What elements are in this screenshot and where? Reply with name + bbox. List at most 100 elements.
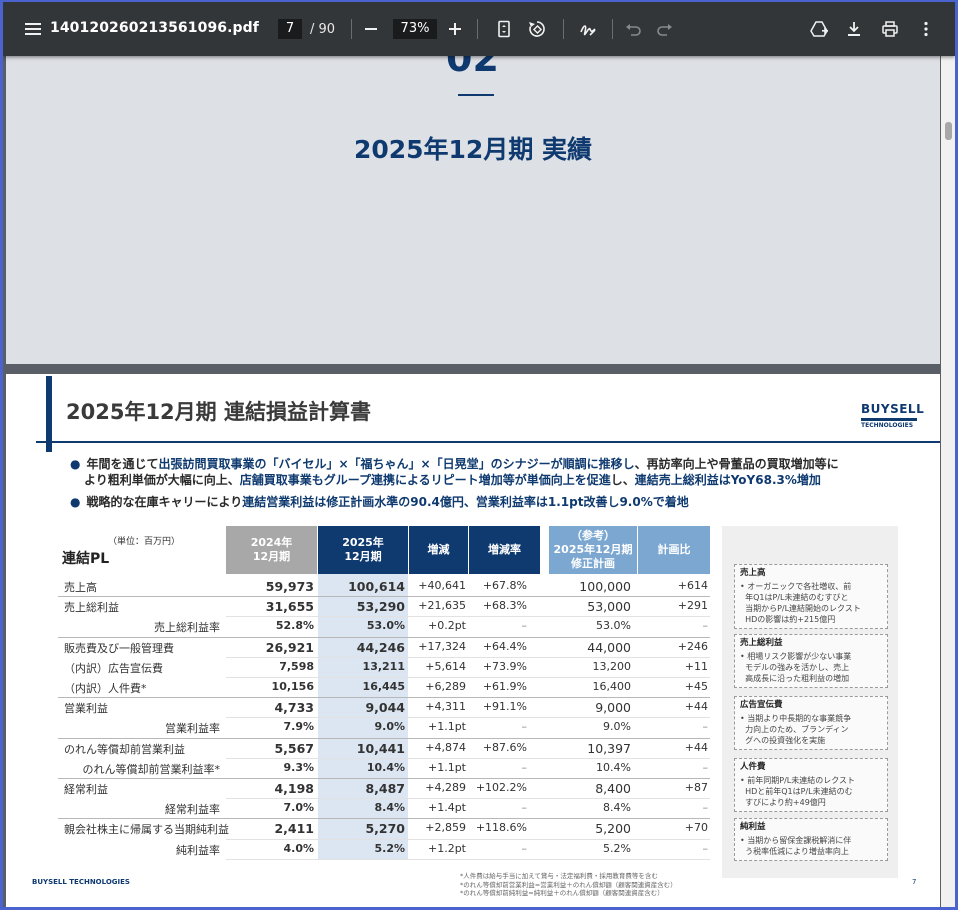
cell-plan: 13,200 [592, 659, 632, 673]
note-card: 広告宣伝費 • 当期より中長期的な事業競争 力向上のため、ブランディン グへの投資… [734, 696, 888, 750]
cell-fy2025: 53.0% [366, 619, 405, 633]
row-divider [58, 636, 710, 638]
cell-rate: – [521, 720, 528, 734]
cell-diff: +40,641 [418, 579, 466, 592]
row-divider [58, 737, 710, 739]
cell-fy2025: 9,044 [365, 700, 405, 716]
cell-plan-ratio: +70 [684, 821, 708, 835]
cell-fy2024: 2,411 [274, 821, 314, 837]
cell-plan-ratio: – [702, 841, 709, 855]
note-card: 売上高 • オーガニックで各社増収、前 年Q1はP/L未連結のむすびと 当期からP… [734, 564, 888, 629]
note-line: • 前年同期P/L未連結のレクスト [740, 776, 855, 785]
note-line: すびにより約+49億円 [740, 798, 826, 807]
redo-icon[interactable] [649, 13, 681, 45]
fit-page-icon[interactable] [488, 13, 520, 45]
cell-plan-ratio: – [702, 720, 709, 734]
row-divider [226, 656, 710, 658]
cell-plan: 16,400 [592, 680, 632, 693]
cell-fy2025: 5,270 [365, 821, 405, 837]
undo-icon[interactable] [617, 13, 649, 45]
note-line: HDの影響は約+215億円 [740, 615, 836, 624]
cell-fy2024: 7,598 [279, 659, 314, 673]
note-line: 高成長に沿った粗利益の増加 [740, 674, 850, 683]
note-line: HDと前年Q1はP/L未連結のむ [740, 787, 853, 796]
note-line: 年Q1はP/L未連結のむすびと [740, 593, 849, 602]
cell-fy2024: 4,198 [274, 781, 314, 796]
cell-diff: +1.4pt [427, 801, 466, 815]
cell-rate: – [521, 841, 528, 855]
cell-fy2025: 10.4% [366, 760, 405, 774]
cell-rate: +64.4% [482, 639, 527, 653]
zoom-input[interactable]: 73% [393, 19, 437, 39]
cell-fy2025: 8,487 [365, 781, 405, 796]
row-divider [226, 616, 710, 618]
row-label: 売上総利益 [64, 601, 119, 615]
note-line: • 当期より中長期的な事業競争 [740, 714, 852, 723]
cell-plan-ratio: +11 [684, 659, 708, 673]
cell-fy2024: 4.0% [283, 841, 314, 855]
toolbar-divider [563, 19, 564, 39]
cell-diff: +17,324 [418, 639, 466, 653]
note-line: • 相場リスク影響が少ない事業 [740, 652, 852, 661]
cell-fy2024: 9.3% [283, 760, 314, 774]
note-title: 売上総利益 [740, 638, 783, 648]
cell-plan: 5,200 [595, 821, 631, 837]
note-card: 純利益 • 当期から留保金課税解消に伴 う税率低減により増益率向上 [734, 818, 888, 861]
cell-plan-ratio: +87 [684, 781, 708, 794]
row-divider [58, 818, 710, 820]
cell-plan-ratio: +614 [677, 579, 708, 592]
page-number: 7 [912, 878, 917, 886]
menu-icon[interactable] [17, 13, 49, 45]
cell-fy2025: 16,445 [362, 680, 405, 693]
note-line: う税率低減により増益率向上 [740, 847, 849, 856]
row-label: 経常利益 [64, 783, 108, 796]
page-number-input[interactable]: 7 [278, 19, 302, 39]
zoom-in-icon[interactable] [439, 13, 471, 45]
cell-plan: 8.4% [603, 801, 631, 815]
draw-icon[interactable] [572, 13, 604, 45]
toolbar-divider [612, 19, 613, 39]
zoom-out-icon[interactable] [355, 13, 387, 45]
row-divider [226, 858, 710, 860]
row-divider [226, 838, 710, 840]
cell-diff: +4,311 [425, 700, 466, 714]
scrollbar-thumb[interactable] [945, 122, 952, 140]
row-label: のれん等償却前営業利益率* [82, 762, 221, 776]
row-label: のれん等償却前営業利益 [64, 742, 185, 756]
cell-fy2024: 7.9% [283, 720, 314, 734]
cell-fy2025: 8.4% [374, 801, 405, 815]
cell-plan-ratio: – [702, 760, 709, 774]
cell-rate: +73.9% [482, 659, 527, 673]
company-logo: BUYSELL TECHNOLOGIES [861, 402, 925, 429]
print-icon[interactable] [874, 13, 906, 45]
cell-rate: +61.9% [482, 680, 527, 693]
cell-diff: +2,859 [425, 821, 466, 835]
cell-fy2024: 5,567 [274, 740, 314, 756]
rotate-icon[interactable] [521, 13, 553, 45]
more-options-icon[interactable] [910, 13, 942, 45]
cell-plan: 53,000 [587, 599, 631, 615]
cell-fy2024: 52.8% [275, 619, 314, 633]
cell-fy2024: 59,973 [265, 579, 314, 594]
cell-plan: 5.2% [603, 841, 631, 855]
row-label: 親会社株主に帰属する当期純利益 [64, 823, 229, 837]
cell-fy2025: 100,614 [348, 579, 405, 594]
cell-rate: – [521, 801, 528, 815]
cell-diff: +4,874 [425, 740, 466, 754]
page-total: / 90 [310, 21, 336, 37]
cell-fy2024: 26,921 [265, 639, 314, 655]
note-line: グへの投資強化を実施 [740, 736, 826, 745]
cell-rate: – [521, 619, 528, 633]
cell-plan-ratio: – [702, 801, 709, 815]
add-to-drive-icon[interactable] [803, 13, 835, 45]
cell-diff: +1.1pt [427, 720, 466, 734]
cell-plan: 9,000 [595, 700, 631, 716]
document-title: 140120260213561096.pdf [50, 20, 259, 36]
scrollbar[interactable] [941, 56, 955, 907]
pdf-viewer: 140120260213561096.pdf 7 / 90 73% 02 202… [3, 2, 955, 907]
header-plan: （参考） 2025年12月期 修正計画 [549, 526, 637, 574]
bullet-2: ● 戦略的な在庫キャリーにより連結営業利益は修正計画水準の90.4億円、営業利益率… [70, 495, 689, 509]
cell-fy2025: 5.2% [374, 841, 405, 855]
note-line: • オーガニックで各社増収、前 [740, 582, 852, 591]
download-icon[interactable] [838, 13, 870, 45]
